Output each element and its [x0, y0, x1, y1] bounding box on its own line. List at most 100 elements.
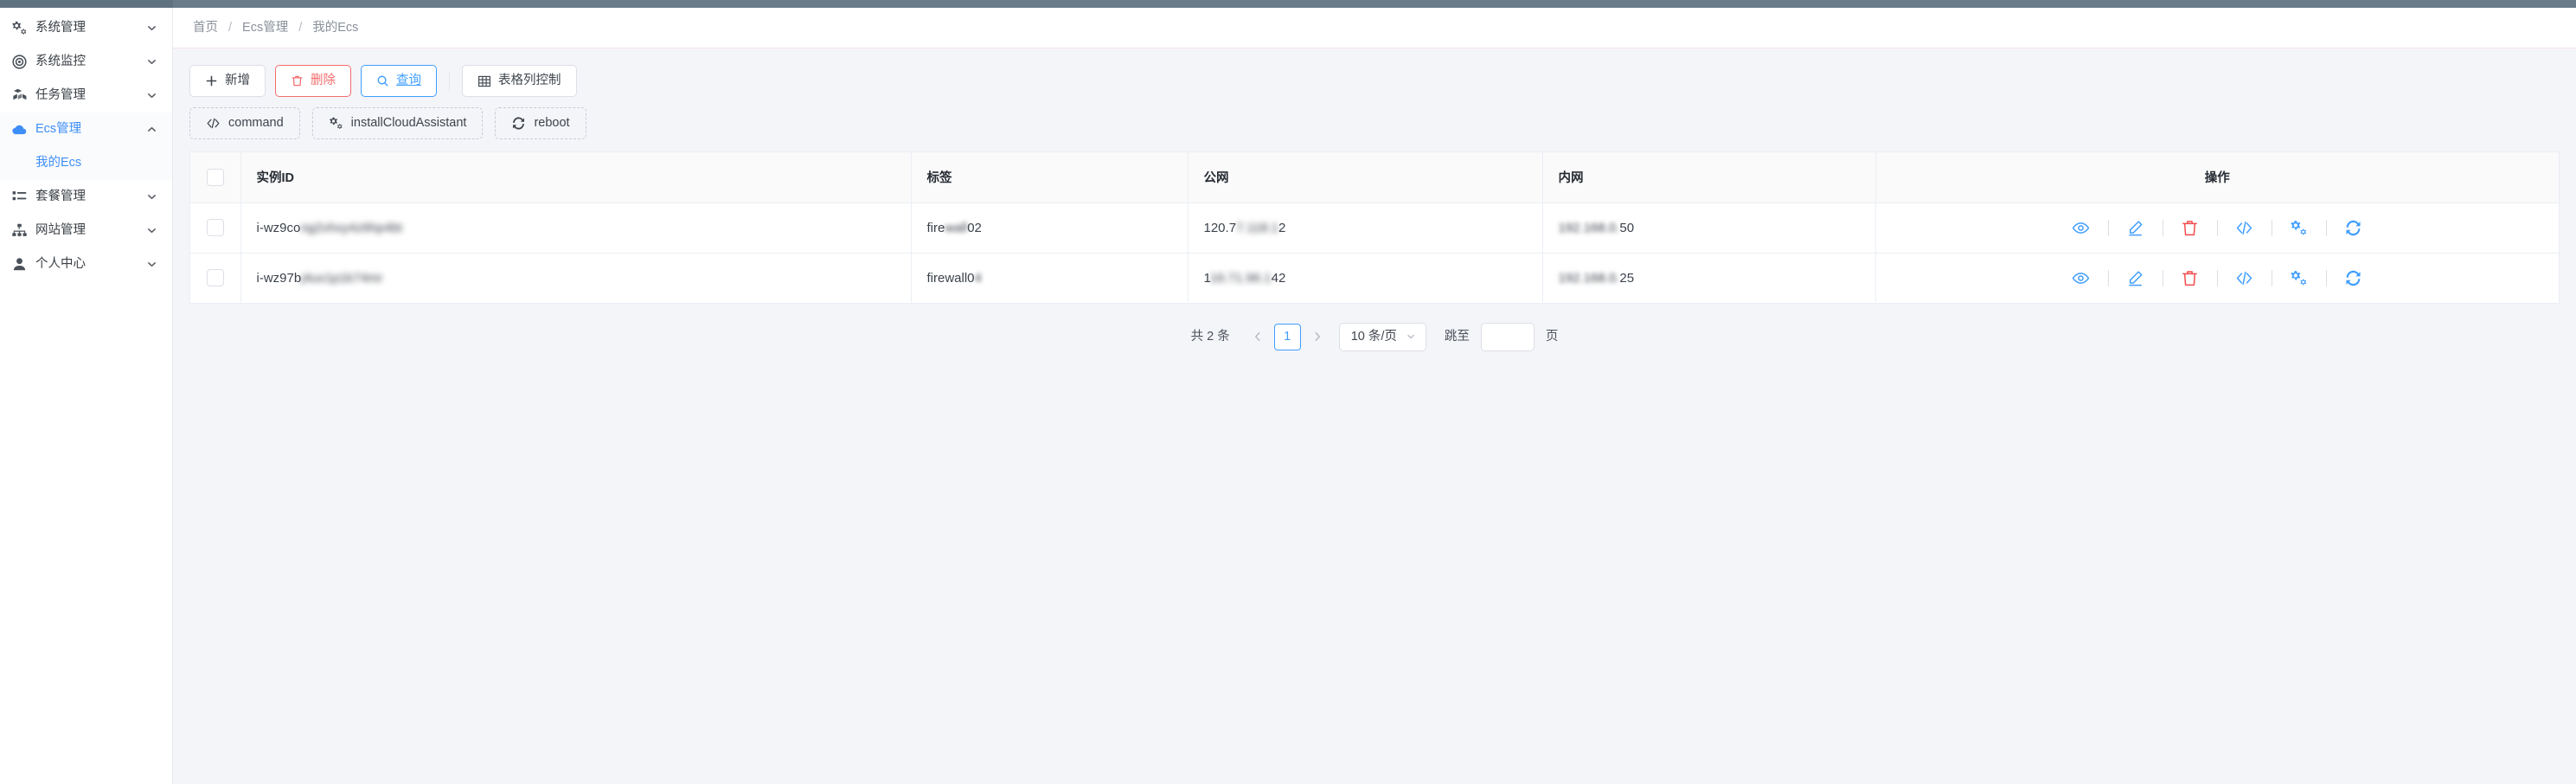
reboot-button[interactable]: reboot — [495, 107, 586, 139]
action-divider — [2325, 269, 2327, 286]
refresh-icon[interactable] — [2342, 216, 2365, 239]
chevron-right-icon[interactable] — [1308, 324, 1327, 350]
sidebar-item-label: 套餐管理 — [35, 190, 86, 204]
row-select-cell — [190, 253, 241, 304]
trash-icon[interactable] — [2179, 267, 2201, 289]
gears-icon — [11, 20, 28, 36]
select-all-header — [190, 152, 241, 203]
refresh-icon[interactable] — [2342, 267, 2365, 289]
search-icon — [376, 74, 389, 87]
eye-icon[interactable] — [2070, 216, 2092, 239]
pagination-page-1[interactable]: 1 — [1273, 323, 1301, 350]
sidebar-item-label: 系统监控 — [35, 55, 86, 69]
add-button[interactable]: 新增 — [189, 65, 266, 97]
page-size-select[interactable]: 10 条/页 — [1338, 322, 1426, 351]
column-header-instance-id: 实例ID — [240, 152, 912, 203]
sidebar-group-ecs: Ecs管理 我的Ecs — [0, 112, 172, 180]
public-ip-redacted: 7.118.1 — [1236, 220, 1278, 235]
breadcrumb-separator: / — [228, 20, 233, 35]
cell-actions — [1875, 253, 2559, 304]
chevron-up-icon[interactable] — [146, 124, 157, 135]
table-icon — [477, 74, 491, 88]
sidebar-subitem-label: 我的Ecs — [35, 156, 82, 170]
breadcrumb: 首页 / Ecs管理 / 我的Ecs — [173, 8, 2576, 48]
row-checkbox[interactable] — [206, 219, 224, 236]
eye-icon[interactable] — [2070, 267, 2092, 289]
add-button-label: 新增 — [225, 74, 250, 88]
sidebar-item-system-management[interactable]: 系统管理 — [0, 11, 172, 45]
breadcrumb-item-home[interactable]: 首页 — [193, 22, 218, 35]
table-row[interactable]: i-wz97bj4ux1p1k74mr firewall04 116.71.96… — [190, 253, 2559, 304]
cell-public-ip: 116.71.96.142 — [1188, 253, 1543, 304]
install-cloud-assistant-button[interactable]: installCloudAssistant — [311, 107, 484, 139]
cell-tag: firewall02 — [911, 202, 1189, 254]
cell-instance-id: i-wz97bj4ux1p1k74mr — [240, 253, 912, 304]
search-button[interactable]: 查询 — [361, 65, 437, 97]
sidebar-item-label: 系统管理 — [35, 21, 86, 35]
sidebar-item-label: 任务管理 — [35, 88, 86, 103]
instance-id-redacted: ng2vhxy4z6hp4bt — [300, 220, 402, 235]
trash-icon[interactable] — [2179, 216, 2201, 239]
gears-icon[interactable] — [2288, 216, 2310, 239]
action-divider — [2216, 219, 2218, 236]
action-divider — [2107, 269, 2109, 286]
sidebar-item-system-monitor[interactable]: 系统监控 — [0, 45, 172, 79]
action-divider — [2216, 269, 2218, 286]
private-ip-tail: 25 — [1619, 270, 1635, 286]
top-accent-bar-left — [0, 0, 173, 8]
pagination-jump-input[interactable] — [1480, 322, 1535, 351]
breadcrumb-item-ecs[interactable]: Ecs管理 — [242, 22, 288, 35]
pencil-icon[interactable] — [2124, 216, 2147, 239]
chevron-down-icon[interactable] — [146, 259, 157, 270]
sidebar-item-package-management[interactable]: 套餐管理 — [0, 180, 172, 214]
content-area: 新增 删除 查询 表格列控制 command installCloudAssis… — [173, 48, 2576, 784]
action-divider — [2107, 219, 2109, 236]
sidebar-item-website-management[interactable]: 网站管理 — [0, 214, 172, 247]
ecs-management-page: 系统管理 系统监控 任务管理 Ecs管理 我的Ecs 套餐管理 网站管理 个人中… — [0, 0, 2576, 784]
public-ip-visible: 1 — [1203, 270, 1210, 286]
row-checkbox[interactable] — [206, 269, 224, 286]
top-accent-bar — [0, 0, 2576, 8]
pagination-jump-label: 跳至 — [1444, 329, 1470, 344]
chevron-left-icon[interactable] — [1248, 324, 1267, 350]
command-button-label: command — [228, 116, 284, 131]
column-control-button[interactable]: 表格列控制 — [462, 65, 577, 97]
toolbar-primary: 新增 删除 查询 表格列控制 — [189, 65, 2560, 97]
plus-icon — [205, 74, 218, 87]
private-ip-tail: 50 — [1619, 220, 1635, 235]
column-header-tag: 标签 — [911, 152, 1189, 203]
code-icon[interactable] — [2233, 267, 2256, 289]
row-select-cell — [190, 202, 241, 254]
chevron-down-icon[interactable] — [146, 22, 157, 34]
table-header-row: 实例ID 标签 公网 内网 操作 — [190, 152, 2559, 203]
sidebar-item-task-management[interactable]: 任务管理 — [0, 79, 172, 112]
public-ip-visible: 120.7 — [1203, 220, 1237, 235]
select-all-checkbox[interactable] — [206, 168, 224, 186]
command-button[interactable]: command — [189, 107, 300, 139]
pencil-icon[interactable] — [2124, 267, 2147, 289]
pagination: 共 2 条 1 10 条/页 跳至 页 — [189, 322, 2560, 351]
private-ip-visible: 192.168.0. — [1558, 270, 1620, 286]
table-row[interactable]: i-wz9cong2vhxy4z6hp4bt firewall02 120.77… — [190, 202, 2559, 254]
sidebar-item-ecs-management[interactable]: Ecs管理 — [0, 112, 172, 146]
public-ip-tail: 42 — [1271, 270, 1286, 286]
sidebar-item-label: 个人中心 — [35, 257, 86, 272]
chevron-down-icon — [1406, 331, 1416, 342]
instance-id-visible: i-wz9co — [256, 220, 301, 235]
refresh-icon — [511, 116, 526, 131]
chevron-down-icon[interactable] — [146, 191, 157, 202]
delete-button[interactable]: 删除 — [275, 65, 351, 97]
breadcrumb-item-my-ecs: 我的Ecs — [312, 20, 359, 35]
tag-tail: 02 — [967, 220, 982, 235]
chevron-down-icon[interactable] — [146, 90, 157, 101]
page-size-label: 10 条/页 — [1350, 329, 1397, 344]
cell-public-ip: 120.77.118.12 — [1188, 202, 1543, 254]
chevron-down-icon[interactable] — [146, 225, 157, 236]
sidebar-item-my-ecs[interactable]: 我的Ecs — [0, 146, 172, 180]
gears-icon[interactable] — [2288, 267, 2310, 289]
cell-instance-id: i-wz9cong2vhxy4z6hp4bt — [240, 202, 912, 254]
chevron-down-icon[interactable] — [146, 56, 157, 67]
sidebar-item-user-center[interactable]: 个人中心 — [0, 247, 172, 281]
code-icon[interactable] — [2233, 216, 2256, 239]
tag-redacted: 4 — [974, 270, 982, 286]
